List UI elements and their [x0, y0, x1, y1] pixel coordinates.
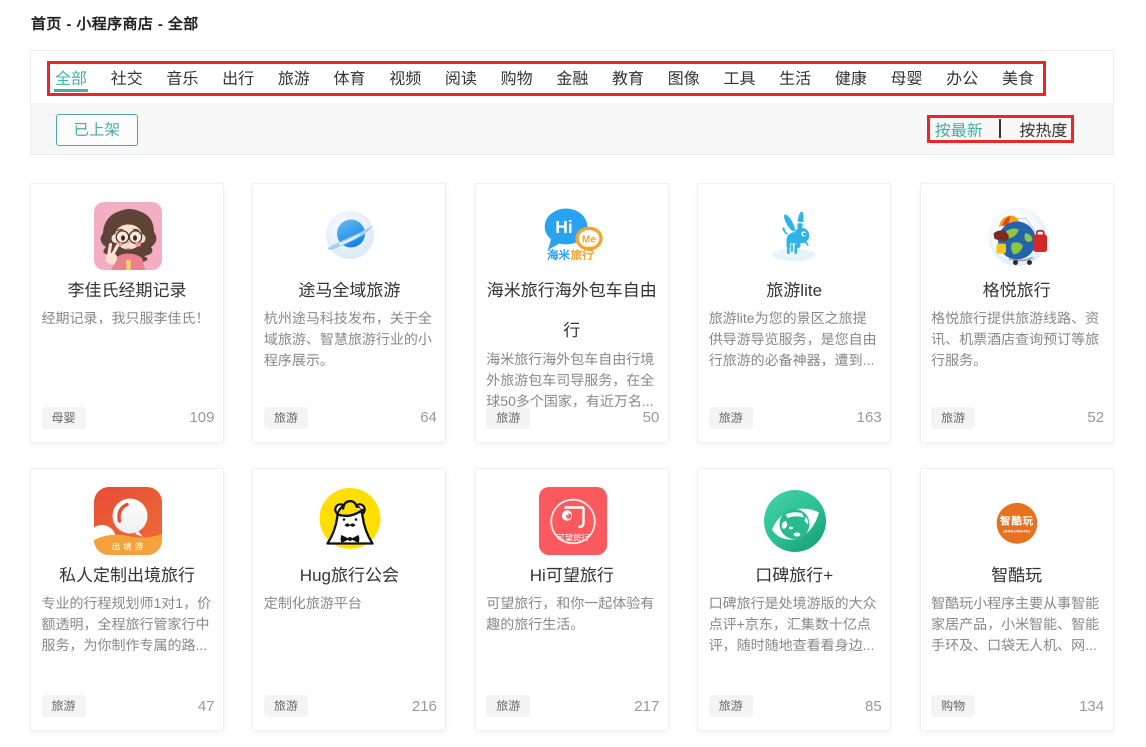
svg-text:ZHIKUWANG: ZHIKUWANG [1003, 529, 1030, 534]
svg-text:Me: Me [582, 235, 596, 246]
svg-text:Hi: Hi [555, 217, 573, 237]
svg-text:旅行: 旅行 [570, 247, 593, 263]
svg-text:出境游: 出境游 [112, 541, 147, 553]
svg-text:智酷玩: 智酷玩 [999, 514, 1034, 529]
svg-text:海米: 海米 [547, 247, 570, 263]
svg-text:可望旅行: 可望旅行 [556, 532, 589, 544]
